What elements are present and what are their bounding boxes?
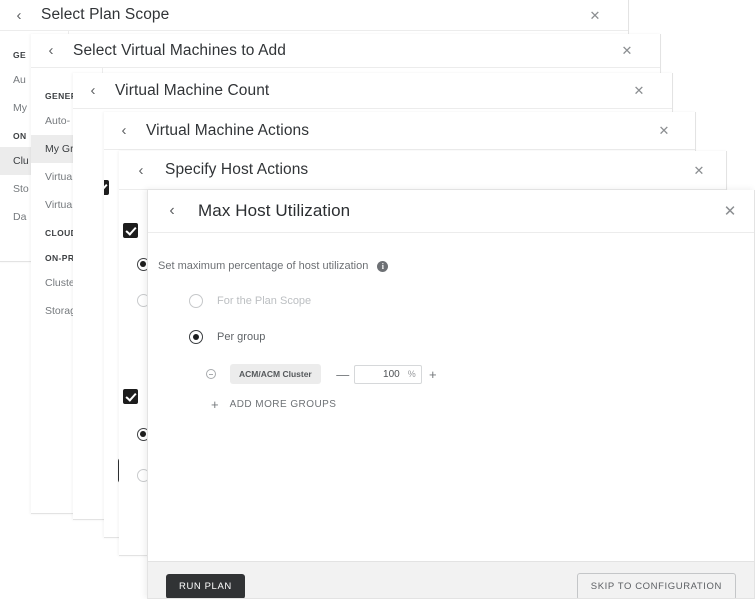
radio-icon[interactable] [189, 294, 203, 308]
chevron-left-icon[interactable]: ‹ [114, 121, 134, 141]
panel-header: ‹ Max Host Utilization ✕ [148, 190, 754, 233]
add-more-groups-button[interactable]: + ADD MORE GROUPS [154, 398, 754, 411]
host-action-checkbox[interactable] [123, 389, 138, 404]
minus-icon[interactable]: — [336, 368, 350, 381]
group-row: ACM/ACM Cluster — 100 % + [154, 364, 754, 384]
panel-title: Virtual Machine Count [115, 81, 270, 99]
remove-circle-icon[interactable] [206, 369, 216, 379]
chevron-left-icon[interactable]: ‹ [41, 41, 61, 61]
info-icon[interactable]: i [377, 260, 389, 272]
panel-title: Select Virtual Machines to Add [73, 41, 286, 59]
skip-to-configuration-button[interactable]: SKIP TO CONFIGURATION [576, 572, 736, 598]
close-icon[interactable]: ✕ [655, 122, 673, 140]
panel-header: ‹ Specify Host Actions ✕ [119, 151, 726, 190]
plus-icon[interactable]: + [426, 368, 440, 381]
section-label: Set maximum percentage of host utilizati… [154, 260, 754, 272]
utilization-unit: % [407, 369, 416, 379]
panel-title: Specify Host Actions [165, 161, 309, 178]
utilization-input[interactable]: 100 % [353, 364, 422, 384]
close-icon[interactable]: ✕ [690, 161, 708, 179]
option-per-group[interactable]: Per group [154, 330, 754, 344]
panel-header: ‹ Select Virtual Machines to Add ✕ [31, 34, 660, 68]
panel-body: Set maximum percentage of host utilizati… [148, 233, 754, 598]
option-label: For the Plan Scope [217, 295, 312, 307]
footer-action-bar: RUN PLAN SKIP TO CONFIGURATION [148, 561, 754, 598]
host-action-checkbox[interactable] [123, 223, 138, 238]
section-label-text: Set maximum percentage of host utilizati… [158, 260, 369, 272]
option-label: Per group [217, 331, 266, 343]
chevron-left-icon[interactable]: ‹ [131, 160, 151, 180]
panel-header: ‹ Select Plan Scope ✕ [0, 0, 628, 31]
panel-header: ‹ Virtual Machine Actions ✕ [104, 112, 695, 150]
utilization-value: 100 [383, 368, 400, 380]
chevron-left-icon[interactable]: ‹ [9, 5, 29, 25]
close-icon[interactable]: ✕ [586, 6, 604, 24]
action-checkbox[interactable] [104, 180, 109, 195]
option-for-the-plan-scope[interactable]: For the Plan Scope [154, 294, 754, 308]
panel-title: Virtual Machine Actions [146, 121, 310, 139]
utilization-stepper: — 100 % + [336, 364, 440, 384]
chevron-left-icon[interactable]: ‹ [162, 201, 182, 221]
close-icon[interactable]: ✕ [630, 82, 648, 100]
wizard-stage: ‹ Select Plan Scope ✕ GE Au My ON Clu St… [0, 0, 755, 599]
close-icon[interactable]: ✕ [618, 42, 636, 60]
plus-icon: + [211, 397, 219, 412]
panel-title: Select Plan Scope [41, 6, 170, 23]
radio-icon[interactable] [189, 330, 203, 344]
group-chip[interactable]: ACM/ACM Cluster [230, 364, 321, 384]
add-more-groups-label: ADD MORE GROUPS [229, 399, 337, 410]
max-host-utilization-form: Set maximum percentage of host utilizati… [148, 233, 754, 561]
run-plan-button[interactable]: RUN PLAN [166, 573, 245, 598]
panel-header: ‹ Virtual Machine Count ✕ [73, 73, 672, 109]
close-icon[interactable]: ✕ [720, 201, 740, 221]
page-title: Max Host Utilization [198, 201, 351, 220]
panel-max-host-utilization: ‹ Max Host Utilization ✕ Set maximum per… [147, 190, 755, 599]
chevron-left-icon[interactable]: ‹ [83, 81, 103, 101]
